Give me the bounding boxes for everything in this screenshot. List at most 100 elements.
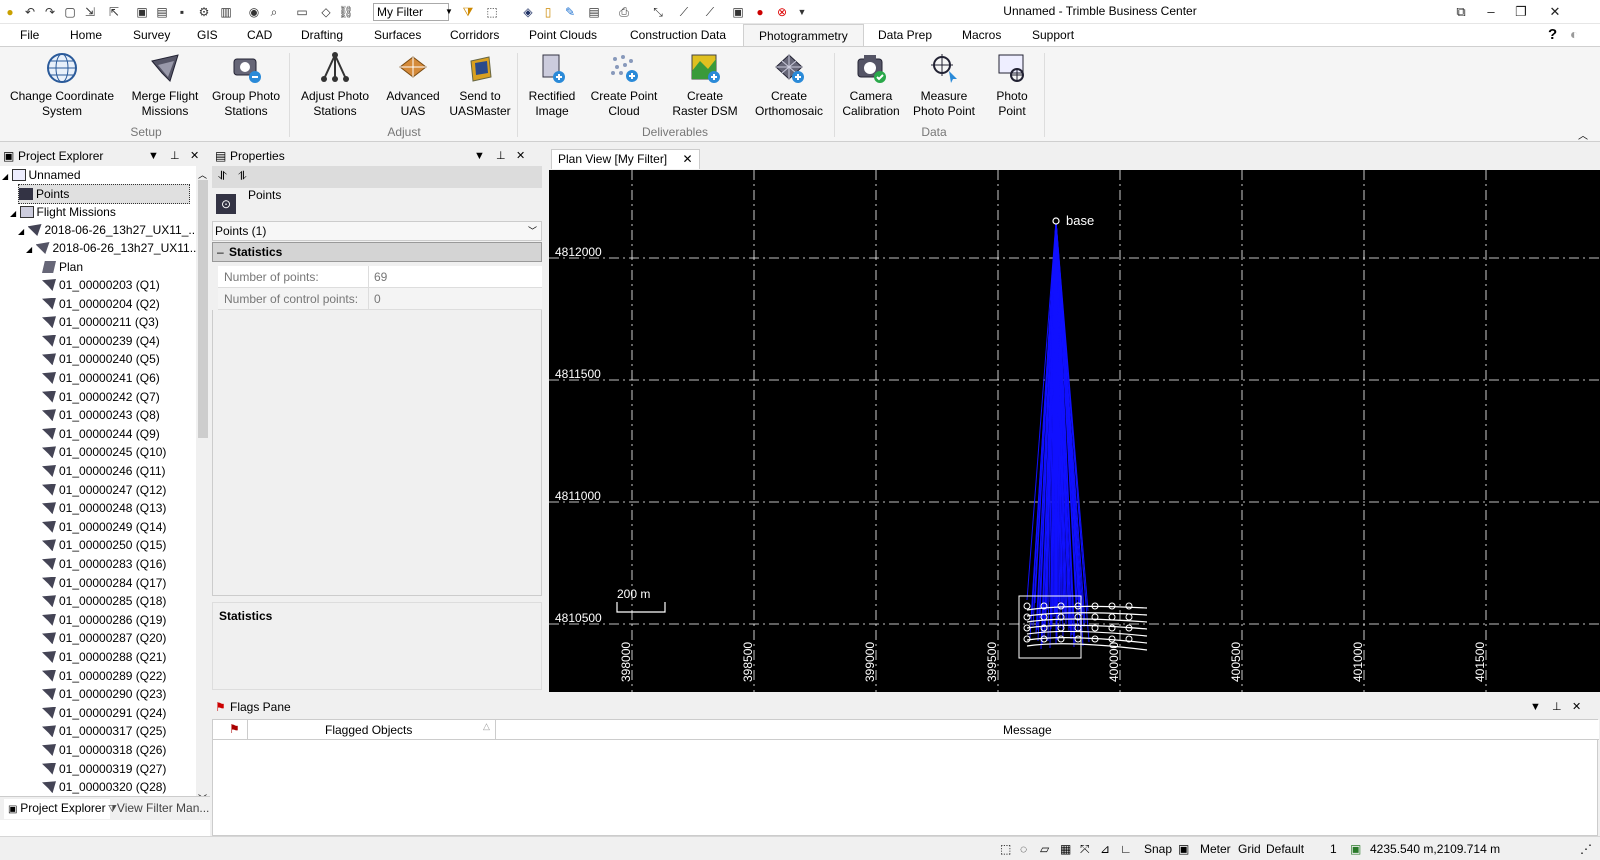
tab-data-prep[interactable]: Data Prep — [876, 24, 934, 46]
photo-point-button[interactable]: Photo Point — [984, 51, 1040, 119]
copy-icon[interactable]: ▤ — [154, 4, 170, 20]
sort-icon[interactable]: ⥯ — [218, 169, 227, 184]
tree-node-photo-station[interactable]: 01_00000318 (Q26) — [42, 741, 166, 759]
tree-node-photo-station[interactable]: 01_00000320 (Q28) — [42, 778, 166, 796]
change-coordinate-system-button[interactable]: Change Coordinate System — [6, 51, 118, 119]
tree-node-photo-station[interactable]: 01_00000204 (Q2) — [42, 295, 160, 313]
save-icon[interactable]: ▪ — [174, 4, 190, 20]
pane-menu-icon[interactable]: ▼ — [148, 146, 159, 166]
rectified-image-button[interactable]: Rectified Image — [520, 51, 584, 119]
tree-node-photo-station[interactable]: 01_00000211 (Q3) — [42, 313, 159, 331]
restore-pane-icon[interactable]: ⧉ — [1450, 2, 1472, 22]
tree-node-photo-station[interactable]: 01_00000291 (Q24) — [42, 704, 166, 722]
filter-icon[interactable]: ⧩ — [460, 4, 476, 20]
column-flagged-objects[interactable]: Flagged Objects — [325, 723, 412, 737]
tab-construction-data[interactable]: Construction Data — [628, 24, 728, 46]
send-to-uasmaster-button[interactable]: Send to UASMaster — [446, 51, 514, 119]
sheet-icon[interactable]: ▤ — [586, 4, 602, 20]
tab-point-clouds[interactable]: Point Clouds — [527, 24, 599, 46]
create-point-cloud-button[interactable]: Create Point Cloud — [584, 51, 664, 119]
chevron-down-icon[interactable]: ﹀ — [528, 222, 537, 240]
tab-macros[interactable]: Macros — [960, 24, 1003, 46]
tab-corridors[interactable]: Corridors — [448, 24, 501, 46]
tab-cad[interactable]: CAD — [245, 24, 274, 46]
search-icon[interactable]: ⌕ — [266, 4, 282, 20]
redo-icon[interactable]: ↷ — [42, 4, 58, 20]
tab-support[interactable]: Support — [1030, 24, 1076, 46]
pen-icon[interactable]: ✎ — [562, 4, 578, 20]
property-value[interactable]: 0 — [374, 292, 381, 306]
pin-icon[interactable]: ⊥ — [496, 146, 506, 166]
lasso-icon[interactable]: ◌ — [1020, 841, 1027, 857]
select-window-icon[interactable]: ▭ — [294, 4, 310, 20]
tree-node-flight-missions[interactable]: ◢ Flight Missions — [10, 203, 116, 223]
open-project-icon[interactable]: ⇲ — [82, 4, 98, 20]
new-project-icon[interactable]: ▢ — [62, 4, 78, 20]
import-icon[interactable]: ⇱ — [106, 4, 122, 20]
statistics-section-header[interactable]: – Statistics — [212, 242, 542, 262]
camera-calibration-button[interactable]: Camera Calibration — [838, 51, 904, 119]
adjust-photo-stations-button[interactable]: Adjust Photo Stations — [294, 51, 376, 119]
grid-toggle[interactable]: Grid — [1238, 841, 1261, 857]
advanced-uas-button[interactable]: Advanced UAS — [380, 51, 446, 119]
tab-file[interactable]: File — [18, 24, 41, 46]
measure-photo-point-button[interactable]: Measure Photo Point — [904, 51, 984, 119]
maximize-icon[interactable]: ❐ — [1510, 2, 1532, 22]
explorer-scrollbar[interactable]: ︿ ﹀ — [196, 166, 210, 806]
units-selector[interactable]: Meter — [1200, 841, 1231, 857]
capture-icon[interactable]: ▣ — [730, 4, 746, 20]
tree-node-photo-station[interactable]: 01_00000247 (Q12) — [42, 481, 166, 499]
tree-node-photo-station[interactable]: 01_00000240 (Q5) — [42, 350, 160, 368]
tab-home[interactable]: Home — [68, 24, 104, 46]
plan-view-canvas[interactable]: 4812000 4811500 4811000 4810500 398000 398500… — [549, 170, 1600, 692]
property-value[interactable]: 69 — [374, 270, 387, 284]
tree-node-photo-station[interactable]: 01_00000246 (Q11) — [42, 462, 166, 480]
tab-survey[interactable]: Survey — [131, 24, 172, 46]
tab-gis[interactable]: GIS — [195, 24, 220, 46]
stop-icon[interactable]: ⊗ — [774, 4, 790, 20]
tab-photogrammetry[interactable]: Photogrammetry — [743, 24, 864, 46]
view-filter-select[interactable]: My Filter — [373, 3, 449, 21]
tree-node-photo-station[interactable]: 01_00000289 (Q22) — [42, 667, 166, 685]
print-icon[interactable]: ⎙ — [616, 4, 632, 20]
customize-dropdown-icon[interactable]: ▼ — [794, 4, 810, 20]
tab-plan-view[interactable]: Plan View [My Filter] ✕ — [551, 149, 700, 169]
record-icon[interactable]: ● — [752, 4, 768, 20]
collapse-ribbon-icon[interactable]: ︿ — [1578, 127, 1588, 142]
close-pane-icon[interactable]: ✕ — [190, 146, 199, 166]
account-icon[interactable]: ◐ — [1570, 26, 1578, 42]
tree-node-photo-station[interactable]: 01_00000283 (Q16) — [42, 555, 166, 573]
merge-flight-missions-button[interactable]: Merge Flight Missions — [124, 51, 206, 119]
tree-node-root[interactable]: ◢ Unnamed — [2, 166, 81, 186]
select-icon[interactable]: ⬚ — [484, 4, 500, 20]
mode-selector[interactable]: Default — [1266, 841, 1304, 857]
tree-node-photo-station[interactable]: 01_00000248 (Q13) — [42, 499, 166, 517]
undo-icon[interactable]: ↶ — [22, 4, 38, 20]
tab-view-filter-manager[interactable]: ⧩View Filter Man... — [108, 801, 209, 815]
minimize-icon[interactable]: – — [1480, 2, 1502, 22]
tree-node-mission-sub[interactable]: ◢ 2018-06-26_13h27_UX11... — [26, 239, 196, 259]
angle-icon[interactable]: ∟ — [1120, 841, 1132, 857]
layers-icon[interactable]: ◉ — [246, 4, 262, 20]
tree-node-photo-station[interactable]: 01_00000287 (Q20) — [42, 629, 166, 647]
tree-node-photo-station[interactable]: 01_00000241 (Q6) — [42, 369, 160, 387]
snap-icon[interactable]: ⤧ — [1080, 841, 1090, 857]
ortho-icon[interactable]: ⊿ — [1100, 841, 1110, 857]
tree-node-plan[interactable]: Plan — [42, 258, 83, 276]
pin-icon[interactable]: ⊥ — [170, 146, 180, 166]
fence-icon[interactable]: ▱ — [1040, 841, 1049, 857]
tree-node-mission[interactable]: ◢ 2018-06-26_13h27_UX11_... — [18, 221, 196, 241]
settings-gear-icon[interactable]: ⚙ — [196, 4, 212, 20]
column-message[interactable]: Message — [1003, 723, 1052, 737]
create-raster-dsm-button[interactable]: Create Raster DSM — [664, 51, 746, 119]
tree-node-photo-station[interactable]: 01_00000243 (Q8) — [42, 406, 160, 424]
report-icon[interactable]: ▥ — [218, 4, 234, 20]
tree-node-photo-station[interactable]: 01_00000250 (Q15) — [42, 536, 166, 554]
tree-node-points[interactable]: Points — [18, 184, 190, 204]
tree-node-photo-station[interactable]: 01_00000245 (Q10) — [42, 443, 166, 461]
pane-menu-icon[interactable]: ▼ — [1530, 697, 1541, 717]
close-window-icon[interactable]: ✕ — [1544, 2, 1566, 22]
tree-node-photo-station[interactable]: 01_00000203 (Q1) — [42, 276, 160, 294]
3d-view-icon[interactable]: ◇ — [318, 4, 334, 20]
link-icon[interactable]: ⛓ — [338, 4, 354, 20]
